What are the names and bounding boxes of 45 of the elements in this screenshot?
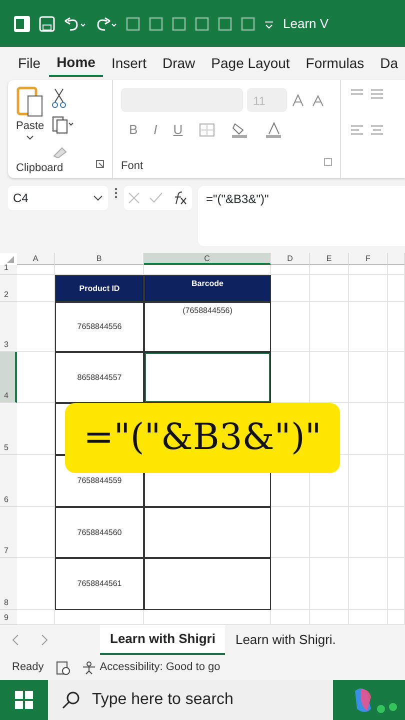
formula-caption-overlay: ="("&B3&")"	[65, 403, 340, 473]
column-header[interactable]: C	[144, 253, 271, 265]
bold-button[interactable]: B	[129, 120, 138, 140]
row-header[interactable]: 3	[0, 302, 17, 352]
group-label: Clipboard	[16, 161, 64, 176]
column-header[interactable]: A	[17, 253, 55, 265]
row-header[interactable]: 6	[0, 455, 17, 507]
ribbon-tab[interactable]: Page Layout	[203, 51, 298, 76]
grid-cell[interactable]: 7658844560	[55, 507, 144, 558]
ribbon-tab[interactable]: Insert	[103, 51, 154, 76]
group-label: Font	[121, 158, 144, 174]
name-box-value: C4	[13, 190, 28, 207]
grid-cell[interactable]: 8658844557	[55, 352, 144, 403]
row-header[interactable]: 8	[0, 558, 17, 610]
grid-cell[interactable]: 7658844561	[55, 558, 144, 610]
underline-button[interactable]: U	[173, 120, 183, 140]
column-heading[interactable]: Barcode	[144, 275, 271, 302]
grid-cell[interactable]: 7658844556	[55, 302, 144, 352]
column-header[interactable]: F	[349, 253, 388, 265]
ribbon-tab[interactable]: Da	[372, 51, 405, 76]
row-header[interactable]: 7	[0, 507, 17, 558]
column-header[interactable]: E	[310, 253, 349, 265]
ribbon-tab[interactable]: File	[10, 51, 49, 76]
paste-label: Paste	[16, 119, 44, 134]
window-title: Learn V	[283, 14, 329, 33]
column-header[interactable]: B	[55, 253, 144, 265]
status-text: Ready	[12, 660, 44, 676]
ribbon-tab[interactable]: Draw	[154, 51, 204, 76]
name-box[interactable]: C4	[8, 186, 108, 210]
ribbon-tab[interactable]: Formulas	[298, 51, 372, 76]
row-header[interactable]: 4	[0, 352, 17, 403]
italic-button[interactable]: I	[154, 120, 158, 140]
row-header[interactable]: 5	[0, 403, 17, 455]
accessibility-status[interactable]: Accessibility: Good to go	[100, 659, 220, 676]
sheet-tab[interactable]: Learn with Shigri.	[225, 625, 346, 655]
sheet-tab[interactable]: Learn with Shigri	[100, 625, 226, 655]
row-header[interactable]: 9	[0, 610, 17, 625]
grid-cell[interactable]: (7658844556)	[144, 302, 271, 352]
ribbon-tab[interactable]: Home	[48, 50, 104, 77]
column-header[interactable]: D	[271, 253, 310, 265]
row-header[interactable]: 2	[0, 275, 17, 302]
formula-field[interactable]: ="("&B3&")"	[198, 186, 405, 246]
search-field[interactable]: Type here to search	[48, 680, 333, 720]
row-header[interactable]: 1	[0, 265, 17, 275]
column-heading[interactable]: Product ID	[55, 275, 144, 302]
